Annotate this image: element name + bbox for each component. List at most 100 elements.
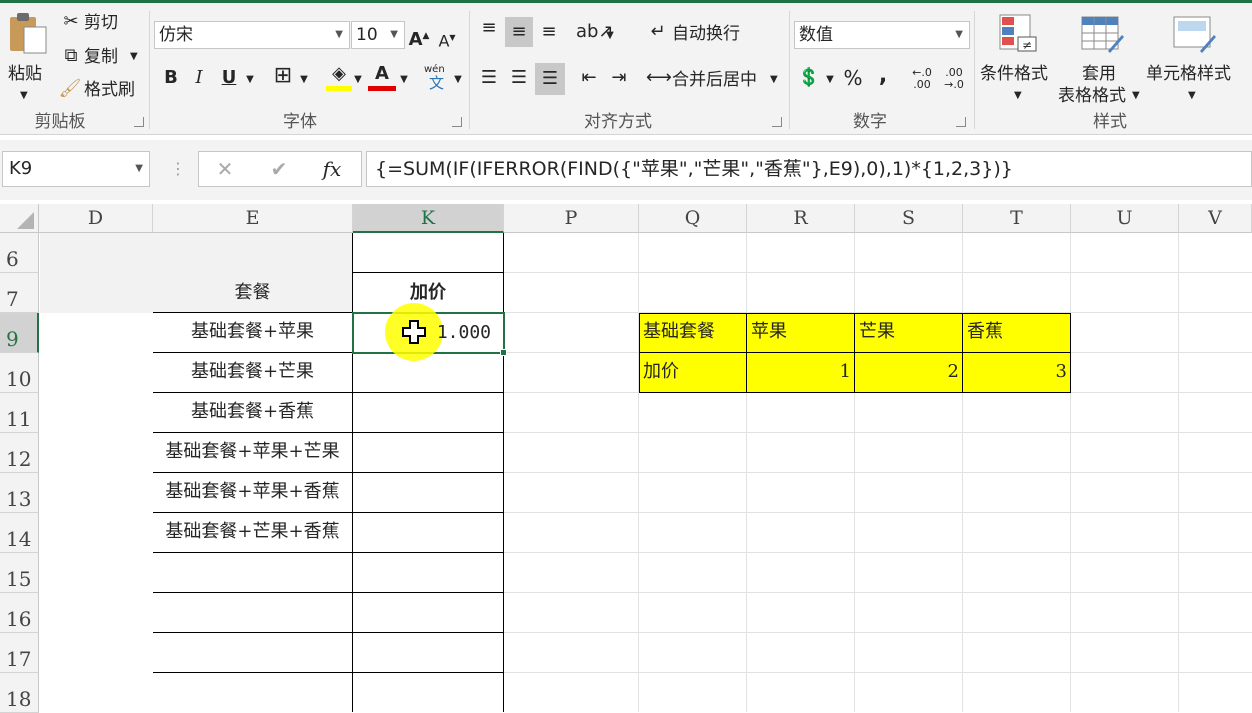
increase-decimal-button[interactable]: ←.0 .00 <box>908 67 936 91</box>
align-left-icon[interactable]: ☰ <box>476 67 502 89</box>
chevron-down-icon[interactable]: ▼ <box>824 69 836 91</box>
cell-q10[interactable]: 加价 <box>643 353 745 391</box>
column-header-t[interactable]: T <box>963 204 1071 233</box>
chevron-down-icon[interactable]: ▼ <box>244 69 256 91</box>
borders-icon[interactable]: ⊞ <box>270 65 296 87</box>
comma-button[interactable]: , <box>874 65 892 87</box>
cut-button[interactable]: ✂ 剪切 <box>60 11 140 37</box>
row-header-17[interactable]: 17 <box>0 633 39 673</box>
currency-icon[interactable]: 💲 <box>796 67 822 89</box>
chevron-down-icon[interactable]: ▼ <box>398 69 410 91</box>
cancel-icon[interactable]: ✕ <box>213 158 237 180</box>
align-right-icon[interactable]: ☰ <box>535 63 565 95</box>
enter-icon[interactable]: ✔ <box>267 158 291 180</box>
row-header-14[interactable]: 14 <box>0 513 39 553</box>
select-all-corner[interactable] <box>0 204 39 233</box>
cell-e7[interactable]: 套餐 <box>153 274 352 312</box>
chevron-down-icon[interactable]: ▼ <box>604 25 616 47</box>
decrease-font-icon[interactable]: A▼ <box>436 27 458 52</box>
number-format-select[interactable]: 数值 ▼ <box>794 21 970 49</box>
font-size-select[interactable]: 10 ▼ <box>351 21 405 49</box>
row-header-15[interactable]: 15 <box>0 553 39 593</box>
cell-s10[interactable]: 2 <box>855 353 959 391</box>
conditional-format-button[interactable]: ≠ 条件格式 ▼ <box>978 9 1056 105</box>
cell-t9[interactable]: 香蕉 <box>967 313 1069 351</box>
row-header-12[interactable]: 12 <box>0 433 39 473</box>
cell-r10[interactable]: 1 <box>747 353 851 391</box>
cell-e12[interactable]: 基础套餐+苹果+芒果 <box>153 433 352 471</box>
increase-font-icon[interactable]: A▲ <box>408 25 430 51</box>
cell-e14[interactable]: 基础套餐+芒果+香蕉 <box>153 513 352 551</box>
chevron-down-icon[interactable]: ▼ <box>452 69 464 91</box>
cell-r9[interactable]: 苹果 <box>751 313 853 351</box>
column-header-d[interactable]: D <box>39 204 153 233</box>
cell-t10[interactable]: 3 <box>963 353 1067 391</box>
row-header-11[interactable]: 11 <box>0 393 39 433</box>
fill-handle[interactable] <box>500 349 507 356</box>
format-painter-button[interactable]: 🖌 格式刷 <box>58 78 144 104</box>
dialog-launcher-icon[interactable] <box>452 117 462 127</box>
row-header-13[interactable]: 13 <box>0 473 39 513</box>
column-header-u[interactable]: U <box>1071 204 1179 233</box>
chevron-down-icon: ▼ <box>770 74 778 85</box>
row-header-6[interactable]: 6 <box>0 233 39 273</box>
copy-button[interactable]: ⧉ 复制 ▼ <box>60 45 142 71</box>
chevron-down-icon: ▼ <box>1188 90 1196 101</box>
align-center-icon[interactable]: ☰ <box>506 67 532 89</box>
formula-input[interactable]: {=SUM(IF(IFERROR(FIND({"苹果","芒果","香蕉"},E… <box>366 151 1252 187</box>
font-color-button[interactable]: A <box>368 63 396 93</box>
column-header-e[interactable]: E <box>153 204 353 233</box>
name-box[interactable]: K9 ▼ <box>2 151 150 187</box>
dialog-launcher-icon[interactable] <box>134 117 144 127</box>
worksheet-grid[interactable]: D E K P Q R S T U V 6 7 9 10 11 12 13 14… <box>0 204 1252 713</box>
percent-button[interactable]: % <box>842 67 864 89</box>
dialog-launcher-icon[interactable] <box>956 117 966 127</box>
decrease-indent-icon[interactable]: ⇤ <box>576 67 602 89</box>
cell-e10[interactable]: 基础套餐+芒果 <box>153 353 352 391</box>
column-header-q[interactable]: Q <box>639 204 747 233</box>
column-header-r[interactable]: R <box>747 204 855 233</box>
row-header-9[interactable]: 9 <box>0 313 39 353</box>
fill-color-button[interactable]: ◈ <box>326 63 352 93</box>
underline-button[interactable]: U <box>218 67 240 89</box>
table-border <box>153 672 504 673</box>
cell-e13[interactable]: 基础套餐+苹果+香蕉 <box>153 473 352 511</box>
plus-cursor-icon <box>402 320 426 344</box>
align-bottom-icon[interactable]: ≡ <box>536 21 562 43</box>
chevron-down-icon[interactable]: ▼ <box>298 69 310 91</box>
table-format-icon <box>1081 16 1124 53</box>
phonetic-button[interactable]: wén 文 <box>424 65 450 93</box>
cell-e11[interactable]: 基础套餐+香蕉 <box>153 393 352 431</box>
column-header-v[interactable]: V <box>1179 204 1252 233</box>
table-border <box>153 552 504 553</box>
wrap-text-button[interactable]: ↵ 自动换行 <box>646 21 756 49</box>
font-name-select[interactable]: 仿宋 ▼ <box>154 21 350 49</box>
merge-center-button[interactable]: ⟷ 合并后居中 ▼ <box>646 67 786 95</box>
row-header-7[interactable]: 7 <box>0 273 39 313</box>
ribbon: 粘贴 ▼ ✂ 剪切 ⧉ 复制 ▼ 🖌 格式刷 剪贴板 仿宋 ▼ 10 ▼ A▲ … <box>0 3 1252 135</box>
row-header-18[interactable]: 18 <box>0 673 39 713</box>
cell-s9[interactable]: 芒果 <box>859 313 961 351</box>
cell-e9[interactable]: 基础套餐+苹果 <box>153 313 352 351</box>
cell-styles-button[interactable]: 单元格样式 ▼ <box>1146 9 1242 105</box>
align-middle-icon[interactable]: ≡ <box>505 17 533 47</box>
paste-button[interactable]: 粘贴 ▼ <box>4 9 50 101</box>
bold-button[interactable]: B <box>160 67 182 89</box>
orientation-icon[interactable]: ab↗ <box>576 21 614 43</box>
cell-q9[interactable]: 基础套餐 <box>643 313 745 351</box>
dialog-launcher-icon[interactable] <box>772 117 782 127</box>
column-header-p[interactable]: P <box>504 204 639 233</box>
column-header-k[interactable]: K <box>353 204 504 233</box>
chevron-down-icon[interactable]: ▼ <box>352 69 364 91</box>
column-header-s[interactable]: S <box>855 204 963 233</box>
decrease-decimal-button[interactable]: .00 →.0 <box>940 67 968 91</box>
font-size-value: 10 <box>356 25 378 45</box>
increase-indent-icon[interactable]: ⇥ <box>606 67 632 89</box>
row-header-10[interactable]: 10 <box>0 353 39 393</box>
row-header-16[interactable]: 16 <box>0 593 39 633</box>
insert-function-icon[interactable]: fx <box>317 158 347 180</box>
italic-button[interactable]: I <box>188 67 210 89</box>
align-top-icon[interactable]: ≡ <box>476 17 502 39</box>
format-as-table-button[interactable]: 套用 表格格式 ▼ <box>1056 9 1144 106</box>
gridline <box>504 272 1252 273</box>
